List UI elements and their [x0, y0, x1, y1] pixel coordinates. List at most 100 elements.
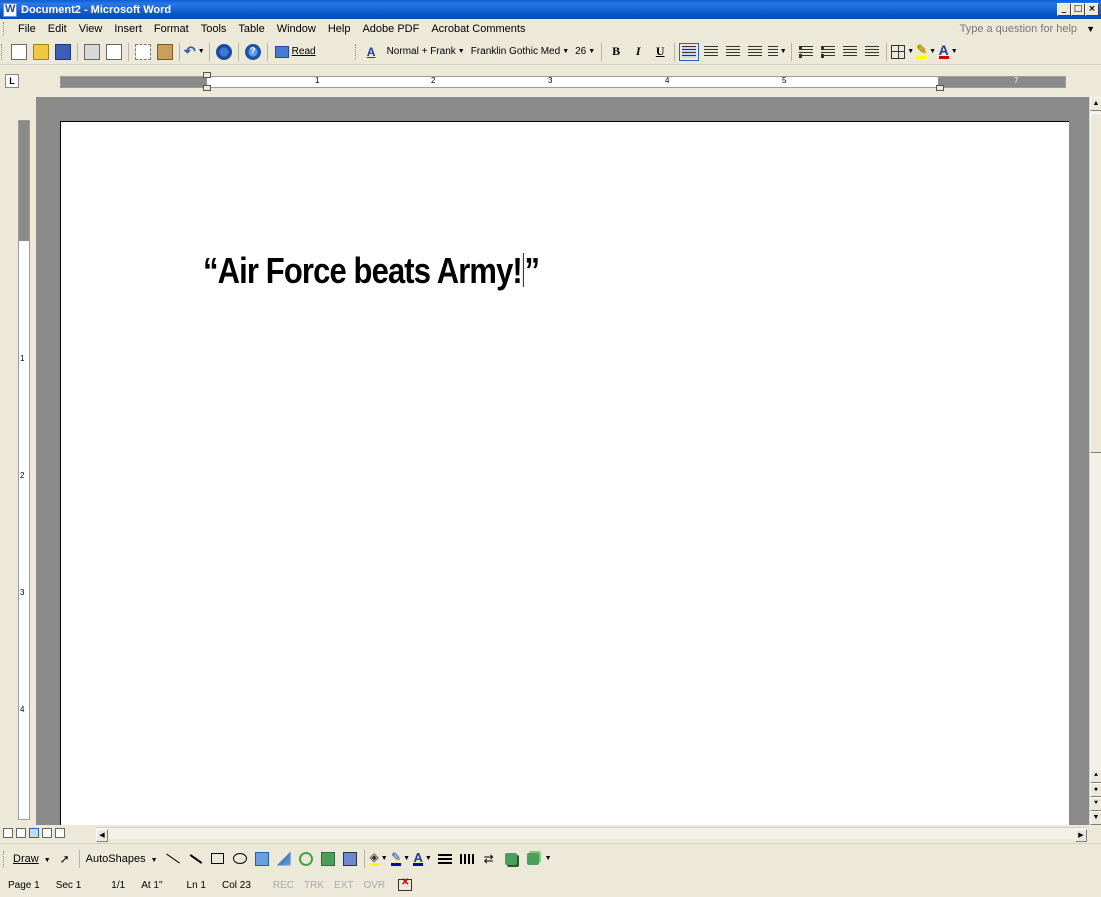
- new-document-button[interactable]: [9, 42, 29, 62]
- close-button[interactable]: ×: [1085, 3, 1099, 16]
- chevron-down-icon[interactable]: ▼: [458, 48, 465, 55]
- normal-view-button[interactable]: [3, 828, 13, 838]
- font-dropdown[interactable]: Franklin Gothic Med ▼: [468, 43, 572, 61]
- menu-format[interactable]: Format: [148, 23, 195, 35]
- chevron-down-icon[interactable]: ▼: [151, 857, 158, 864]
- font-color-button[interactable]: A ▼: [938, 42, 958, 62]
- menu-edit[interactable]: Edit: [42, 23, 73, 35]
- chevron-down-icon[interactable]: ▼: [562, 48, 569, 55]
- borders-button[interactable]: ▼: [891, 42, 914, 62]
- help-button[interactable]: ?: [243, 42, 263, 62]
- menu-help[interactable]: Help: [322, 23, 357, 35]
- horizontal-ruler[interactable]: 1 2 3 4 5 7: [60, 72, 1066, 91]
- menu-table[interactable]: Table: [232, 23, 270, 35]
- maximize-button[interactable]: □: [1071, 3, 1085, 16]
- vertical-ruler[interactable]: 1 2 3 4: [18, 120, 30, 820]
- autoshapes-menu-button[interactable]: AutoShapes ▼: [83, 853, 161, 865]
- draw-font-color-button[interactable]: A ▼: [413, 849, 433, 869]
- status-trk[interactable]: TRK: [299, 880, 329, 891]
- line-button[interactable]: [162, 849, 184, 869]
- toolbar-options-button[interactable]: ▼: [545, 849, 552, 869]
- document-text[interactable]: “Air Force beats Army!”: [203, 250, 540, 292]
- select-browse-object-button[interactable]: ●: [1090, 783, 1101, 797]
- dash-style-button[interactable]: [457, 849, 477, 869]
- line-spacing-button[interactable]: ▼: [767, 42, 787, 62]
- numbering-button[interactable]: [796, 42, 816, 62]
- scroll-left-button[interactable]: ◀: [96, 829, 108, 842]
- open-button[interactable]: [31, 42, 51, 62]
- chevron-down-icon[interactable]: ▼: [1086, 24, 1095, 34]
- hanging-indent-marker[interactable]: [203, 85, 211, 91]
- chevron-down-icon[interactable]: ▼: [44, 857, 51, 864]
- document-page[interactable]: “Air Force beats Army!”: [60, 121, 1069, 825]
- chevron-down-icon[interactable]: ▼: [951, 48, 958, 55]
- menu-file[interactable]: File: [12, 23, 42, 35]
- chevron-down-icon[interactable]: ▼: [907, 48, 914, 55]
- outline-view-button[interactable]: [42, 828, 52, 838]
- word-app-icon[interactable]: [3, 2, 17, 17]
- status-rec[interactable]: REC: [259, 880, 299, 891]
- print-layout-view-button[interactable]: [29, 828, 39, 838]
- chevron-down-icon[interactable]: ▼: [425, 855, 432, 862]
- rectangle-button[interactable]: [208, 849, 228, 869]
- clip-art-button[interactable]: [318, 849, 338, 869]
- arrow-button[interactable]: [186, 849, 206, 869]
- font-size-dropdown[interactable]: 26 ▼: [572, 43, 598, 61]
- chevron-down-icon[interactable]: ▼: [780, 48, 787, 55]
- arrow-style-button[interactable]: ⇄: [479, 849, 499, 869]
- undo-button[interactable]: ↶ ▼: [184, 42, 205, 62]
- menu-view[interactable]: View: [73, 23, 109, 35]
- toolbar-grip[interactable]: [1, 43, 7, 60]
- previous-page-button[interactable]: ⯅: [1090, 769, 1101, 783]
- chevron-down-icon[interactable]: ▼: [198, 48, 205, 55]
- print-button[interactable]: [82, 42, 102, 62]
- right-indent-marker[interactable]: [936, 85, 944, 91]
- diagram-button[interactable]: [296, 849, 316, 869]
- align-left-button[interactable]: [679, 42, 700, 62]
- 3d-style-button[interactable]: [523, 849, 543, 869]
- line-color-button[interactable]: ✎ ▼: [391, 849, 411, 869]
- chevron-down-icon[interactable]: ▼: [381, 855, 388, 862]
- vertical-scroll-thumb[interactable]: [1090, 113, 1101, 453]
- decrease-indent-button[interactable]: [840, 42, 860, 62]
- status-ovr[interactable]: OVR: [358, 880, 390, 891]
- menu-grip[interactable]: [3, 22, 6, 36]
- save-button[interactable]: [53, 42, 73, 62]
- line-style-button[interactable]: [435, 849, 455, 869]
- help-search-input[interactable]: Type a question for help ▼: [960, 23, 1095, 35]
- hyperlink-button[interactable]: [214, 42, 234, 62]
- align-center-button[interactable]: [701, 42, 721, 62]
- wordart-button[interactable]: [274, 849, 294, 869]
- chevron-down-icon[interactable]: ▼: [588, 48, 595, 55]
- highlight-button[interactable]: ✎ ▼: [916, 42, 936, 62]
- status-ext[interactable]: EXT: [329, 880, 358, 891]
- styles-pane-button[interactable]: A: [363, 42, 383, 62]
- menu-tools[interactable]: Tools: [195, 23, 233, 35]
- copy-button[interactable]: [133, 42, 153, 62]
- horizontal-scrollbar[interactable]: ◀ ▶: [96, 827, 1087, 842]
- menu-insert[interactable]: Insert: [108, 23, 148, 35]
- justify-button[interactable]: [745, 42, 765, 62]
- paste-button[interactable]: [155, 42, 175, 62]
- chevron-down-icon[interactable]: ▼: [403, 855, 410, 862]
- next-page-button[interactable]: ⯆: [1090, 797, 1101, 811]
- chevron-down-icon[interactable]: ▼: [929, 48, 936, 55]
- menu-window[interactable]: Window: [271, 23, 322, 35]
- tab-selector-button[interactable]: L: [5, 74, 19, 88]
- menu-adobe-pdf[interactable]: Adobe PDF: [356, 23, 425, 35]
- scroll-down-button[interactable]: ▼: [1090, 811, 1101, 825]
- underline-button[interactable]: U: [650, 42, 670, 62]
- vertical-scrollbar[interactable]: ▲ ⯅ ● ⯆ ▼: [1089, 97, 1101, 825]
- reading-layout-view-button[interactable]: [55, 828, 65, 838]
- text-box-button[interactable]: [252, 849, 272, 869]
- shadow-style-button[interactable]: [501, 849, 521, 869]
- minimize-button[interactable]: _: [1057, 3, 1071, 16]
- print-preview-button[interactable]: [104, 42, 124, 62]
- select-objects-button[interactable]: ➚: [55, 849, 75, 869]
- style-dropdown[interactable]: Normal + Frank ▼: [384, 43, 468, 61]
- increase-indent-button[interactable]: [862, 42, 882, 62]
- web-layout-view-button[interactable]: [16, 828, 26, 838]
- scroll-right-button[interactable]: ▶: [1075, 829, 1087, 842]
- italic-button[interactable]: I: [628, 42, 648, 62]
- draw-menu-button[interactable]: Draw ▼: [10, 853, 54, 865]
